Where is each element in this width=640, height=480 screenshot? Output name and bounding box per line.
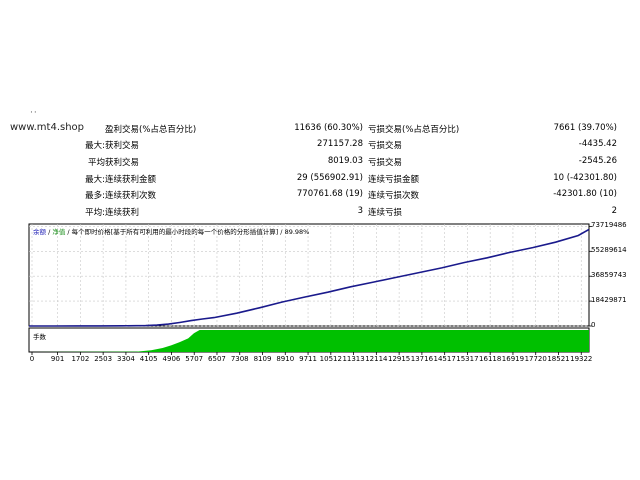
x-tick-label: 16919: [501, 355, 525, 363]
x-tick-label: 8109: [253, 355, 272, 363]
x-tick-label: 4105: [139, 355, 158, 363]
x-tick-label: 1702: [71, 355, 90, 363]
chart-legend: 余额 / 净值 / 每个即时价格[基于所有可利用的最小时段的每一个价格的分形插值…: [33, 226, 309, 236]
x-tick-label: 15317: [456, 355, 479, 363]
legend-equity: 净值: [52, 228, 66, 236]
y-tick-label: 55289614: [591, 246, 627, 255]
x-tick-label: 901: [50, 355, 65, 363]
x-tick-label: 19322: [570, 355, 593, 363]
x-tick-label: 16118: [479, 355, 502, 363]
legend-balance: 余额: [33, 228, 46, 236]
y-tick-label: 0: [591, 321, 596, 329]
x-tick-label: 6507: [208, 355, 226, 363]
y-tick-label: 18429871: [591, 296, 627, 305]
x-tick-label: 12915: [387, 355, 411, 363]
volume-panel-label: 手数: [33, 333, 46, 341]
balance-chart: [28, 223, 592, 355]
y-tick-label: 36859743: [591, 271, 627, 280]
x-tick-label: 8910: [276, 355, 295, 363]
x-tick-label: 10512: [319, 355, 342, 363]
legend-quality: 89.98%: [284, 228, 310, 236]
x-tick-label: 4906: [162, 355, 181, 363]
x-tick-label: 0: [29, 355, 35, 363]
x-tick-label: 5707: [185, 355, 204, 363]
x-tick-label: 3304: [116, 355, 135, 363]
legend-description: 每个即时价格[基于所有可利用的最小时段的每一个价格的分形插值计算]: [71, 228, 279, 236]
x-tick-label: 18521: [547, 355, 570, 363]
x-tick-label: 9711: [299, 355, 317, 363]
x-tick-label: 11313: [342, 355, 365, 363]
x-tick-label: 14517: [433, 355, 456, 363]
x-tick-label: 13716: [410, 355, 434, 363]
x-tick-label: 2503: [94, 355, 113, 363]
x-tick-label: 12114: [365, 355, 388, 363]
y-tick-label: 73719486: [591, 221, 627, 230]
x-tick-label: 17720: [524, 355, 547, 363]
x-tick-label: 7308: [230, 355, 249, 363]
plot-frame: [28, 223, 590, 327]
